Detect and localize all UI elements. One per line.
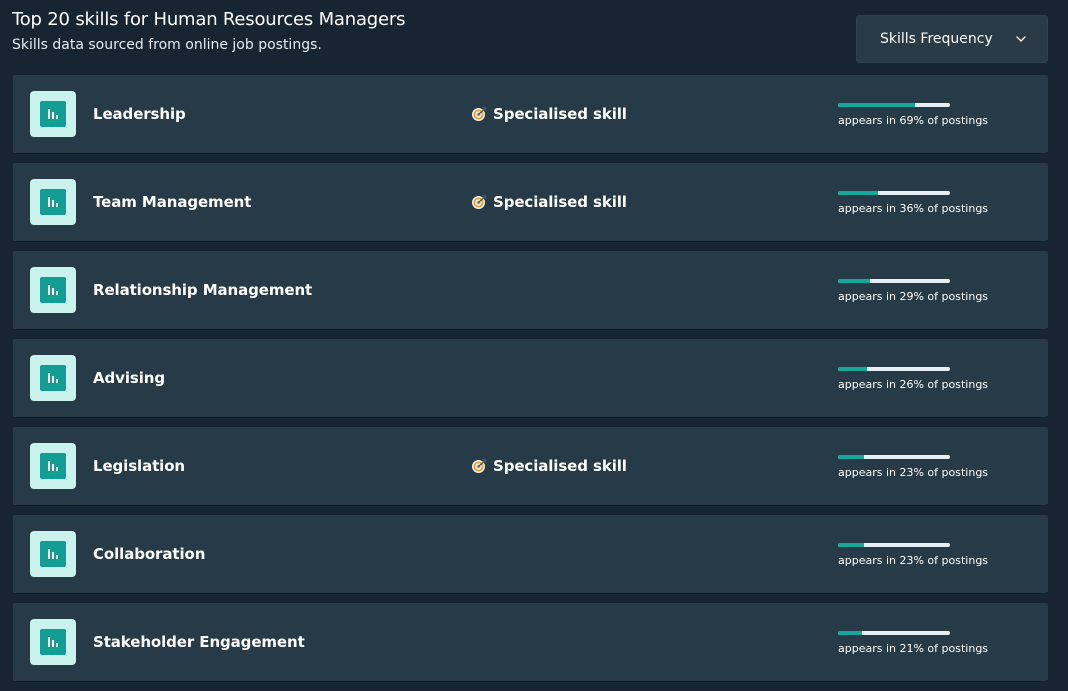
sort-dropdown-label: Skills Frequency bbox=[880, 31, 993, 47]
skill-name: Leadership bbox=[93, 105, 186, 123]
frequency-bar bbox=[838, 631, 950, 635]
skill-name: Team Management bbox=[93, 193, 252, 211]
frequency-bar-fill bbox=[838, 543, 864, 547]
skill-row-stakeholder-engagement[interactable]: Stakeholder Engagement appears in 21% of… bbox=[13, 603, 1048, 681]
skill-tag-label: Specialised skill bbox=[493, 193, 627, 211]
frequency-text: appears in 26% of postings bbox=[838, 378, 989, 391]
frequency-bar bbox=[838, 455, 950, 459]
frequency-indicator: appears in 69% of postings bbox=[838, 103, 988, 128]
bar-chart-icon bbox=[30, 267, 76, 313]
frequency-indicator: appears in 23% of postings bbox=[838, 455, 988, 480]
skill-name: Stakeholder Engagement bbox=[93, 633, 305, 651]
skill-tag: Specialised skill bbox=[471, 456, 627, 476]
frequency-text: appears in 23% of postings bbox=[838, 466, 989, 479]
skill-tag: Specialised skill bbox=[471, 192, 627, 212]
bar-chart-icon bbox=[30, 443, 76, 489]
bar-chart-icon bbox=[30, 531, 76, 577]
frequency-bar-fill bbox=[838, 367, 868, 371]
frequency-bar bbox=[838, 103, 950, 107]
frequency-text: appears in 36% of postings bbox=[838, 202, 989, 215]
skill-tag-label: Specialised skill bbox=[493, 457, 627, 475]
page-header: Top 20 skills for Human Resources Manage… bbox=[12, 8, 405, 54]
frequency-indicator: appears in 26% of postings bbox=[838, 367, 988, 392]
page-subtitle: Skills data sourced from online job post… bbox=[12, 37, 322, 53]
skill-name: Relationship Management bbox=[93, 281, 313, 299]
chevron-down-icon bbox=[1015, 33, 1027, 45]
skill-row-collaboration[interactable]: Collaboration appears in 23% of postings bbox=[13, 515, 1048, 593]
frequency-indicator: appears in 21% of postings bbox=[838, 631, 988, 656]
bar-chart-icon bbox=[30, 179, 76, 225]
frequency-indicator: appears in 29% of postings bbox=[838, 279, 988, 304]
frequency-bar-fill bbox=[838, 191, 879, 195]
target-icon bbox=[471, 106, 487, 122]
frequency-indicator: appears in 23% of postings bbox=[838, 543, 988, 568]
bar-chart-icon bbox=[30, 619, 76, 665]
skills-list: Leadership Specialised skill appears in … bbox=[13, 75, 1048, 691]
frequency-bar bbox=[838, 191, 950, 195]
skill-tag-label: Specialised skill bbox=[493, 105, 627, 123]
frequency-text: appears in 69% of postings bbox=[838, 114, 989, 127]
skill-row-legislation[interactable]: Legislation Specialised skill appears in… bbox=[13, 427, 1048, 505]
sort-dropdown[interactable]: Skills Frequency bbox=[856, 15, 1048, 63]
skill-row-leadership[interactable]: Leadership Specialised skill appears in … bbox=[13, 75, 1048, 153]
frequency-bar-fill bbox=[838, 103, 916, 107]
skill-name: Collaboration bbox=[93, 545, 206, 563]
frequency-indicator: appears in 36% of postings bbox=[838, 191, 988, 216]
frequency-text: appears in 21% of postings bbox=[838, 642, 989, 655]
bar-chart-icon bbox=[30, 355, 76, 401]
frequency-text: appears in 29% of postings bbox=[838, 290, 989, 303]
frequency-bar bbox=[838, 279, 950, 283]
frequency-bar-fill bbox=[838, 631, 862, 635]
bar-chart-icon bbox=[30, 91, 76, 137]
target-icon bbox=[471, 194, 487, 210]
skill-tag: Specialised skill bbox=[471, 104, 627, 124]
skill-row-advising[interactable]: Advising appears in 26% of postings bbox=[13, 339, 1048, 417]
target-icon bbox=[471, 458, 487, 474]
frequency-bar bbox=[838, 367, 950, 371]
frequency-text: appears in 23% of postings bbox=[838, 554, 989, 567]
skill-name: Advising bbox=[93, 369, 165, 387]
skill-row-relationship-management[interactable]: Relationship Management appears in 29% o… bbox=[13, 251, 1048, 329]
frequency-bar bbox=[838, 543, 950, 547]
frequency-bar-fill bbox=[838, 455, 864, 459]
skill-name: Legislation bbox=[93, 457, 185, 475]
frequency-bar-fill bbox=[838, 279, 871, 283]
skill-row-team-management[interactable]: Team Management Specialised skill appear… bbox=[13, 163, 1048, 241]
page-title: Top 20 skills for Human Resources Manage… bbox=[12, 9, 406, 30]
